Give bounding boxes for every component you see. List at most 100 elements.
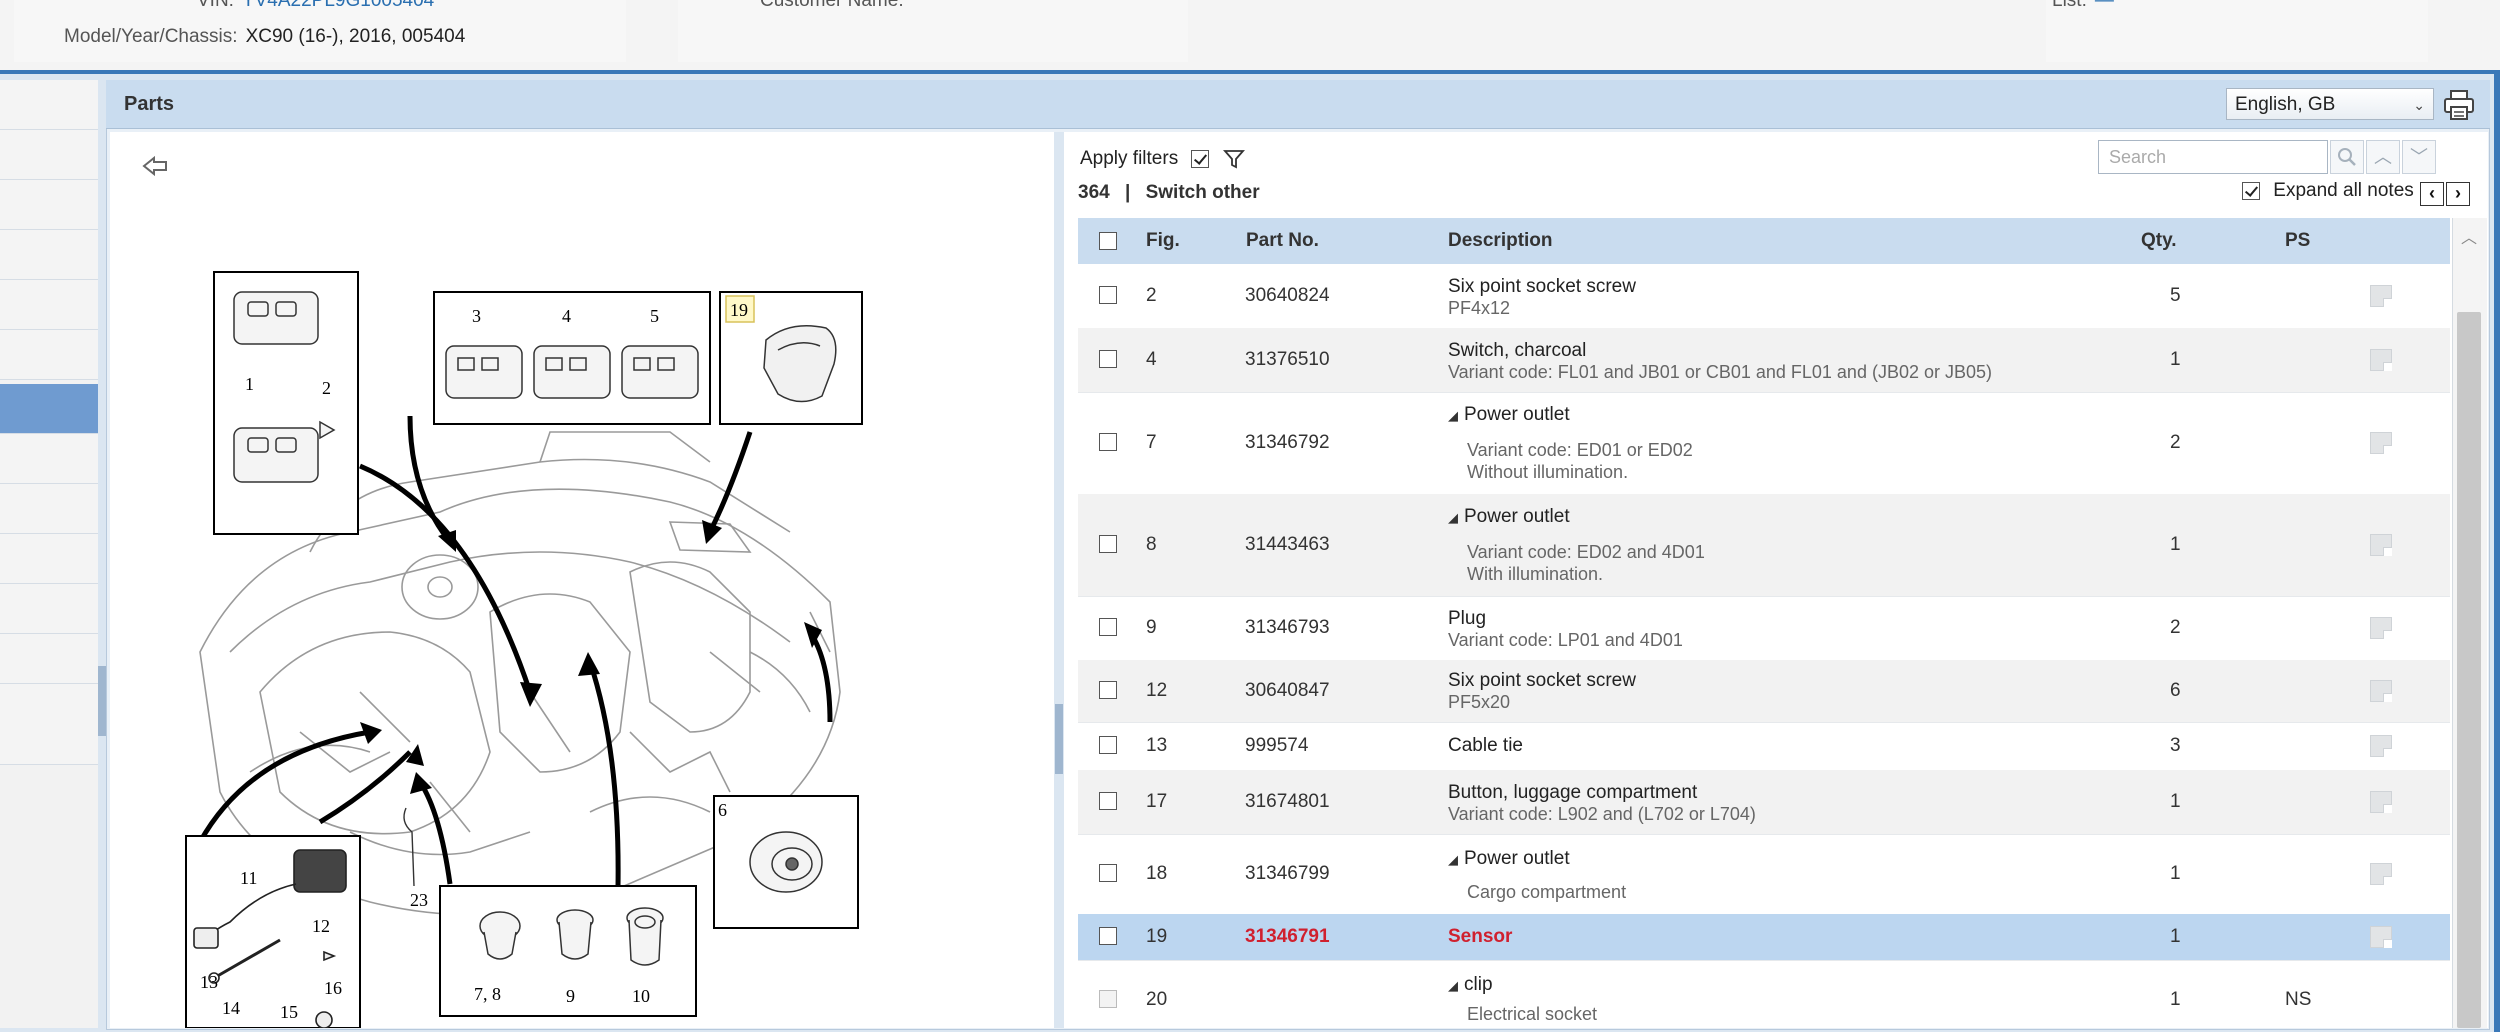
- cell-qty: 2: [2170, 432, 2181, 453]
- pane-splitter[interactable]: [1054, 132, 1064, 1028]
- nav-item[interactable]: [0, 484, 98, 534]
- col-header-part-no[interactable]: Part No.: [1246, 230, 1319, 252]
- cell-qty: 1: [2170, 349, 2181, 370]
- vin-label: VIN:: [197, 0, 234, 11]
- splitter-grip[interactable]: [98, 666, 106, 736]
- row-checkbox[interactable]: [1099, 681, 1117, 699]
- search-button[interactable]: [2330, 140, 2364, 174]
- cell-description-note: Variant code: FL01 and JB01 or CB01 and …: [1448, 362, 1992, 382]
- callout-label: 23: [410, 890, 428, 910]
- nav-item-active[interactable]: [0, 384, 98, 434]
- note-icon[interactable]: [2370, 617, 2392, 639]
- cell-fig: 12: [1146, 680, 1168, 701]
- row-checkbox[interactable]: [1099, 864, 1117, 882]
- expand-triangle-icon[interactable]: ◢: [1448, 408, 1458, 423]
- scroll-up-icon[interactable]: ︿: [2457, 224, 2481, 247]
- nav-item[interactable]: [0, 130, 98, 180]
- note-icon[interactable]: [2370, 680, 2392, 702]
- prev-section-button[interactable]: ‹: [2420, 182, 2444, 206]
- cell-description-text: Power outlet: [1464, 848, 1570, 869]
- note-icon[interactable]: [2370, 863, 2392, 885]
- row-checkbox[interactable]: [1099, 792, 1117, 810]
- nav-item[interactable]: [0, 80, 98, 130]
- note-icon[interactable]: [2370, 926, 2392, 948]
- clip-leader: [403, 807, 415, 887]
- nav-item[interactable]: [0, 534, 98, 584]
- note-icon[interactable]: [2370, 349, 2392, 371]
- col-header-ps[interactable]: PS: [2285, 230, 2310, 252]
- row-checkbox[interactable]: [1099, 927, 1117, 945]
- row-checkbox[interactable]: [1099, 736, 1117, 754]
- nav-item[interactable]: [0, 230, 98, 280]
- note-icon[interactable]: [2370, 285, 2392, 307]
- cell-description: Cable tie: [1448, 735, 1523, 756]
- language-select[interactable]: English, GB ⌄: [2226, 88, 2434, 120]
- scrollbar-thumb[interactable]: [2457, 312, 2481, 1028]
- table-row[interactable]: 4 31376510 Switch, charcoal Variant code…: [1078, 328, 2450, 393]
- cell-qty: 1: [2170, 534, 2181, 555]
- table-row[interactable]: 2 30640824 Six point socket screw PF4x12…: [1078, 264, 2450, 329]
- cell-ps: NS: [2285, 989, 2312, 1010]
- table-row[interactable]: 13 999574 Cable tie 3: [1078, 722, 2450, 771]
- col-header-qty[interactable]: Qty.: [2141, 230, 2177, 252]
- cell-fig: 7: [1146, 432, 1157, 453]
- next-section-button[interactable]: ›: [2446, 182, 2470, 206]
- language-value: English, GB: [2235, 94, 2336, 115]
- table-row[interactable]: 18 31346799 ◢ Power outlet Cargo compartm…: [1078, 834, 2450, 915]
- expand-notes-checkbox[interactable]: [2242, 181, 2260, 200]
- left-splitter[interactable]: [98, 80, 106, 1028]
- expand-triangle-icon[interactable]: ◢: [1448, 510, 1458, 525]
- table-row[interactable]: 8 31443463 ◢ Power outlet Variant code: E…: [1078, 494, 2450, 597]
- filter-icon[interactable]: [1222, 148, 1245, 170]
- cell-qty: 6: [2170, 680, 2181, 701]
- print-button[interactable]: [2440, 88, 2478, 122]
- table-row[interactable]: 7 31346792 ◢ Power outlet Variant code: E…: [1078, 392, 2450, 495]
- cell-description: Six point socket screw: [1448, 670, 1636, 691]
- cell-description-note: Variant code: LP01 and 4D01: [1448, 630, 1683, 650]
- nav-item[interactable]: [0, 434, 98, 484]
- row-checkbox[interactable]: [1099, 618, 1117, 636]
- table-row[interactable]: 12 30640847 Six point socket screw PF5x2…: [1078, 660, 2450, 723]
- search-next-button[interactable]: ﹀: [2402, 140, 2436, 174]
- back-arrow-icon[interactable]: [142, 155, 167, 177]
- select-all-checkbox[interactable]: [1099, 232, 1117, 250]
- row-checkbox[interactable]: [1099, 433, 1117, 451]
- note-icon[interactable]: [2370, 791, 2392, 813]
- row-checkbox[interactable]: [1099, 350, 1117, 368]
- col-header-fig[interactable]: Fig.: [1146, 230, 1180, 252]
- col-header-description[interactable]: Description: [1448, 230, 1553, 252]
- row-checkbox[interactable]: [1099, 535, 1117, 553]
- row-checkbox[interactable]: [1099, 286, 1117, 304]
- nav-item[interactable]: [0, 330, 98, 380]
- note-icon[interactable]: [2370, 534, 2392, 556]
- nav-item[interactable]: [0, 584, 98, 634]
- table-row[interactable]: 9 31346793 Plug Variant code: LP01 and 4…: [1078, 596, 2450, 661]
- note-icon[interactable]: [2370, 432, 2392, 454]
- list-value[interactable]: —: [2095, 0, 2114, 11]
- model-label: Model/Year/Chassis:: [64, 26, 238, 47]
- vehicle-info-bar: VIN: YV4A22PL9G1005404 Model/Year/Chassis…: [0, 0, 2500, 70]
- nav-item[interactable]: [0, 684, 98, 765]
- search-input[interactable]: Search: [2098, 140, 2328, 174]
- expand-triangle-icon[interactable]: ◢: [1448, 978, 1458, 993]
- nav-item[interactable]: [0, 180, 98, 230]
- table-row[interactable]: 20 ◢ clip Electrical socket 1 NS: [1078, 960, 2450, 1028]
- vin-link[interactable]: YV4A22PL9G1005404: [242, 0, 434, 11]
- search-placeholder: Search: [2109, 147, 2167, 167]
- expand-triangle-icon[interactable]: ◢: [1448, 852, 1458, 867]
- splitter-grip[interactable]: [1055, 704, 1063, 774]
- table-row[interactable]: 17 31674801 Button, luggage compartment …: [1078, 770, 2450, 835]
- callout-label-highlighted[interactable]: 19: [730, 300, 748, 320]
- nav-item[interactable]: [0, 634, 98, 684]
- nav-item[interactable]: [0, 280, 98, 330]
- table-scrollbar[interactable]: ︿: [2452, 218, 2487, 1028]
- parts-illustration[interactable]: 1 2 3 4 5 19 6 11 12 13 14 15 16 23 7, 8…: [110, 132, 1054, 1028]
- cell-qty: 1: [2170, 989, 2181, 1010]
- cell-part-no: 31443463: [1245, 534, 1330, 555]
- apply-filters-checkbox[interactable]: [1191, 150, 1210, 168]
- callout-label: 3: [472, 306, 481, 326]
- note-icon[interactable]: [2370, 735, 2392, 757]
- search-prev-button[interactable]: ︿: [2366, 140, 2400, 174]
- cell-qty: 3: [2170, 735, 2181, 756]
- table-row-selected[interactable]: 19 31346791 Sensor 1: [1078, 914, 2450, 961]
